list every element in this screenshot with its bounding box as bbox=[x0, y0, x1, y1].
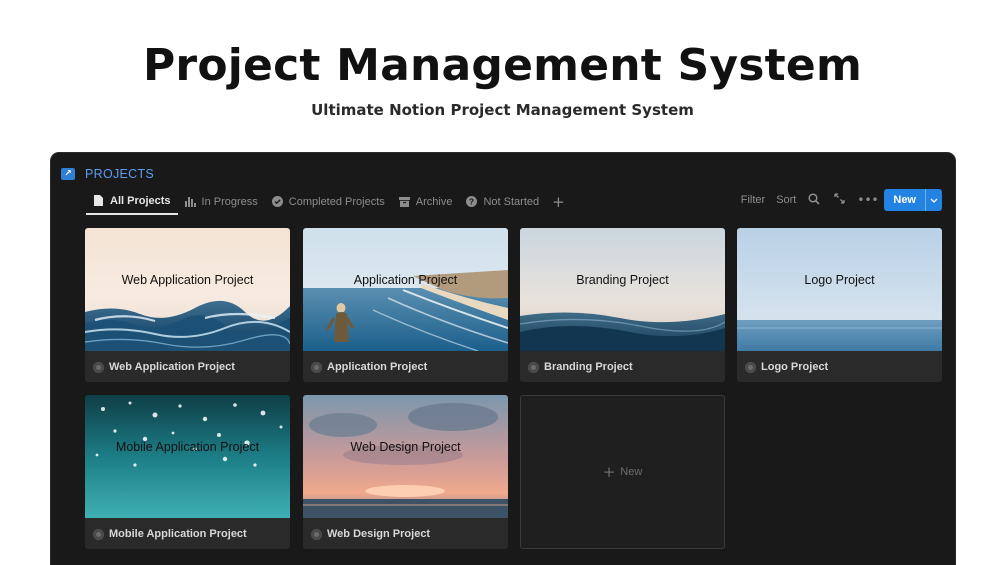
page-status-icon bbox=[311, 361, 322, 373]
page-icon bbox=[93, 195, 104, 206]
page-status-icon bbox=[745, 361, 756, 373]
expand-arrows-icon[interactable] bbox=[832, 193, 846, 207]
view-tabs: All Projects In Progress Completed Proje… bbox=[86, 188, 571, 215]
card-title: Application Project bbox=[327, 361, 428, 373]
card-footer: Logo Project bbox=[745, 359, 828, 375]
tab-completed-projects[interactable]: Completed Projects bbox=[265, 188, 392, 215]
notion-window: ↗ PROJECTS All Projects In Progress Comp… bbox=[51, 153, 955, 565]
card-title: Mobile Application Project bbox=[109, 528, 247, 540]
card-cover-image: Logo Project bbox=[737, 228, 942, 351]
cover-text: Branding Project bbox=[576, 273, 669, 287]
database-header: ↗ PROJECTS bbox=[61, 165, 154, 183]
card-footer: Branding Project bbox=[528, 359, 633, 375]
bar-chart-icon bbox=[184, 196, 196, 207]
plus-icon: + bbox=[602, 463, 616, 481]
card-cover-image: Application Project bbox=[303, 228, 508, 351]
tab-label: Archive bbox=[415, 195, 453, 208]
tab-archive[interactable]: Archive bbox=[392, 188, 460, 215]
cover-text: Web Application Project bbox=[121, 273, 254, 287]
tab-label: Not Started bbox=[483, 195, 540, 208]
hero-title: Project Management System bbox=[142, 40, 862, 91]
archive-box-icon bbox=[398, 196, 410, 207]
card-footer: Application Project bbox=[311, 359, 427, 375]
question-circle-icon: ? bbox=[466, 196, 478, 207]
tab-label: In Progress bbox=[201, 195, 258, 208]
page-status-icon bbox=[528, 361, 539, 373]
database-toolbar: Filter Sort ••• New bbox=[741, 189, 942, 211]
gallery-card[interactable]: Web Design Project Web Design Project bbox=[303, 395, 508, 549]
gallery-card[interactable]: Mobile Application Project Mobile Applic… bbox=[85, 395, 290, 549]
card-cover-image: Branding Project bbox=[520, 228, 725, 351]
new-card-button[interactable]: + New bbox=[520, 395, 725, 549]
new-card-label: New bbox=[620, 466, 643, 478]
page-status-icon bbox=[93, 528, 104, 540]
card-title: Logo Project bbox=[761, 361, 829, 373]
tab-all-projects[interactable]: All Projects bbox=[86, 188, 178, 215]
tab-not-started[interactable]: ? Not Started bbox=[459, 188, 546, 215]
gallery-card[interactable]: Branding Project Branding Project bbox=[520, 228, 725, 382]
database-title[interactable]: PROJECTS bbox=[85, 167, 154, 181]
check-circle-icon bbox=[271, 196, 283, 207]
search-icon[interactable] bbox=[807, 192, 821, 208]
card-footer: Mobile Application Project bbox=[93, 526, 247, 542]
new-button[interactable]: New bbox=[884, 189, 925, 211]
ellipsis-icon[interactable]: ••• bbox=[857, 193, 878, 207]
filter-button[interactable]: Filter bbox=[741, 194, 765, 206]
card-cover-image: Web Application Project bbox=[85, 228, 290, 351]
cover-text: Logo Project bbox=[804, 273, 875, 287]
tab-label: Completed Projects bbox=[288, 195, 385, 208]
page-status-icon bbox=[311, 528, 322, 540]
gallery-card[interactable]: Web Application Project Web Application … bbox=[85, 228, 290, 382]
hero-subtitle: Ultimate Notion Project Management Syste… bbox=[311, 101, 694, 119]
card-footer: Web Design Project bbox=[311, 526, 430, 542]
chevron-down-icon[interactable] bbox=[925, 189, 942, 211]
gallery-card[interactable]: Application Project Application Project bbox=[303, 228, 508, 382]
tab-label: All Projects bbox=[110, 194, 171, 207]
card-title: Branding Project bbox=[544, 361, 633, 373]
card-title: Web Application Project bbox=[109, 361, 235, 373]
new-button-group: New bbox=[884, 189, 942, 211]
cover-text: Mobile Application Project bbox=[115, 440, 260, 454]
card-title: Web Design Project bbox=[327, 528, 431, 540]
sort-button[interactable]: Sort bbox=[776, 194, 796, 206]
page-status-icon bbox=[93, 361, 104, 373]
add-view-icon[interactable]: + bbox=[546, 193, 571, 211]
card-footer: Web Application Project bbox=[93, 359, 235, 375]
tab-in-progress[interactable]: In Progress bbox=[178, 188, 265, 215]
arrow-square-icon: ↗ bbox=[61, 168, 75, 180]
cover-text: Application Project bbox=[353, 273, 458, 287]
gallery-card[interactable]: Logo Project Logo Project bbox=[737, 228, 942, 382]
cover-text: Web Design Project bbox=[350, 440, 461, 454]
card-cover-image: Mobile Application Project bbox=[85, 395, 290, 518]
card-cover-image: Web Design Project bbox=[303, 395, 508, 518]
svg-text:?: ? bbox=[469, 197, 474, 207]
